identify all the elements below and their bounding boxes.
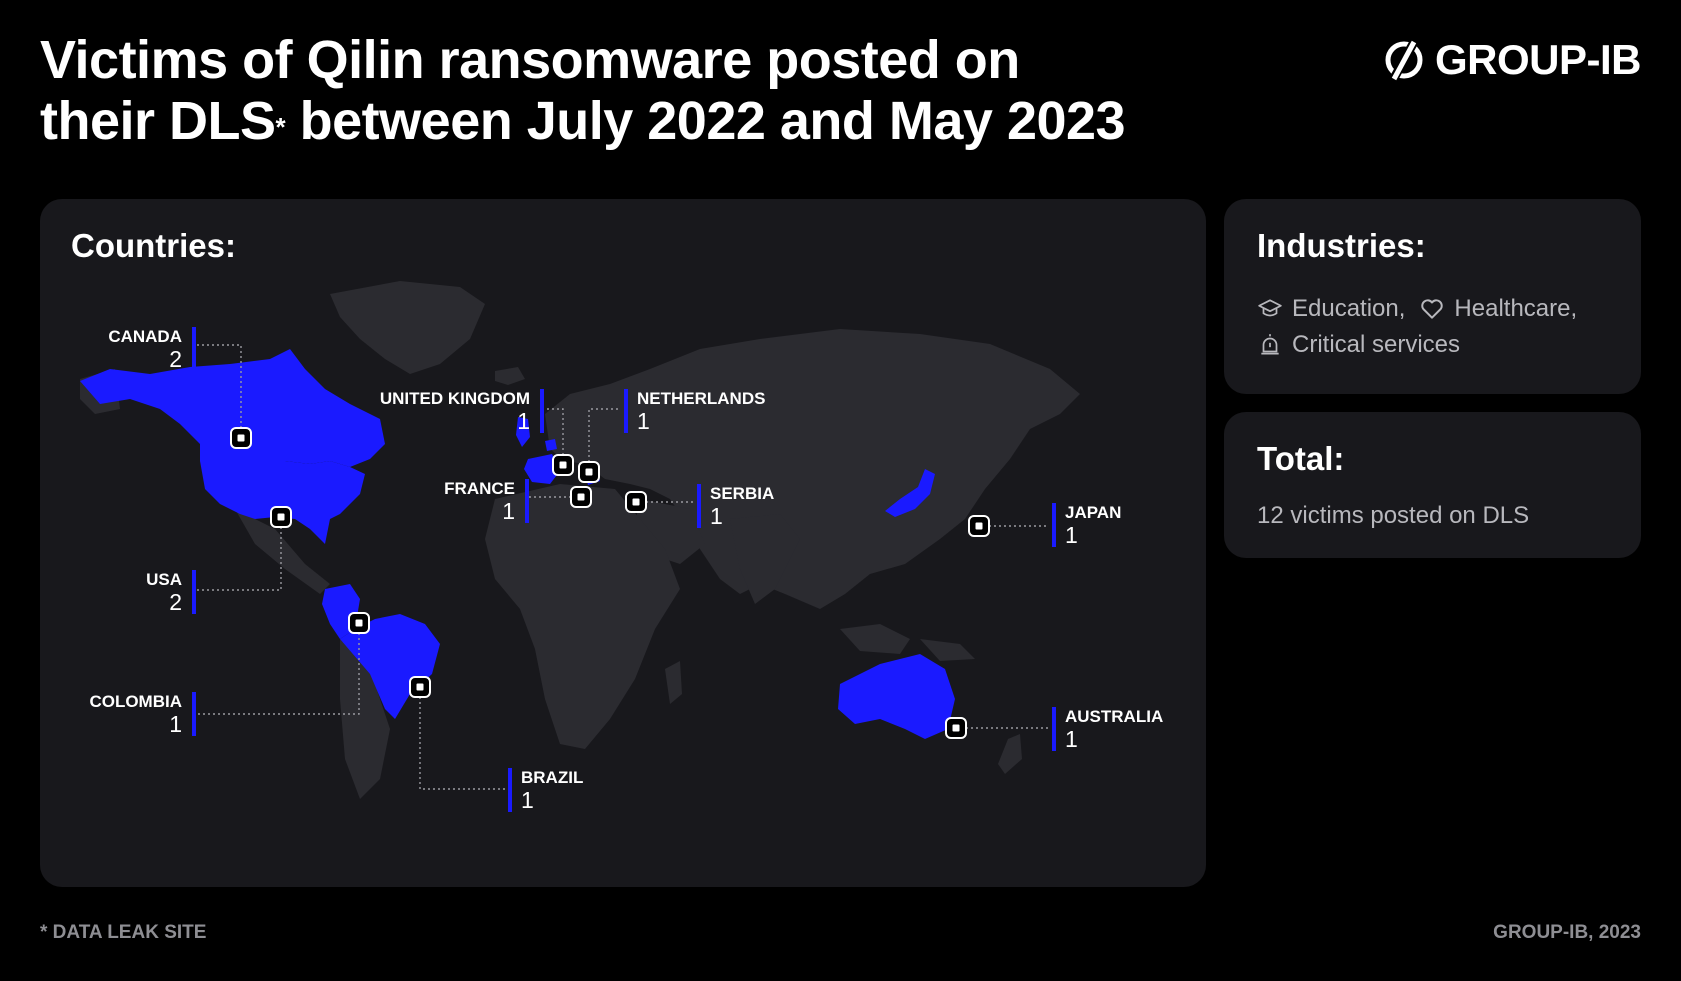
label-bar-canada: [192, 327, 196, 371]
title-line-2b: between July 2022 and May 2023: [285, 91, 1126, 151]
label-bar-australia: [1052, 707, 1056, 751]
industry-healthcare: Healthcare,: [1419, 295, 1577, 323]
canada-shape: [80, 349, 385, 467]
industry-education-label: Education,: [1292, 295, 1406, 322]
country-name-canada: CANADA: [108, 327, 182, 346]
marker-united-kingdom[interactable]: [552, 454, 574, 476]
marker-japan[interactable]: [968, 515, 990, 537]
country-count-colombia: 1: [169, 711, 182, 737]
group-ib-logo-icon: [1385, 39, 1423, 83]
marker-usa[interactable]: [270, 506, 292, 528]
industry-critical-services-label: Critical services: [1292, 331, 1461, 358]
marker-serbia[interactable]: [625, 491, 647, 513]
graduation-cap-icon: [1258, 299, 1282, 317]
country-count-united-kingdom: 1: [517, 408, 530, 434]
country-count-australia: 1: [1065, 726, 1078, 752]
page-title: Victims of Qilin ransomware posted on the…: [40, 30, 1126, 152]
country-name-france: FRANCE: [444, 479, 515, 498]
country-name-united-kingdom: UNITED KINGDOM: [380, 389, 530, 408]
world-map: CANADA2USA2COLOMBIA1BRAZIL1UNITED KINGDO…: [80, 281, 1163, 813]
industries-row-2: Critical services: [1257, 331, 1474, 359]
country-count-usa: 2: [169, 589, 182, 615]
industry-critical-services: Critical services: [1257, 331, 1460, 359]
country-count-netherlands: 1: [637, 408, 650, 434]
group-ib-logo: GROUP-IB: [1381, 36, 1642, 84]
label-bar-usa: [192, 570, 196, 614]
country-name-brazil: BRAZIL: [521, 768, 583, 787]
country-name-australia: AUSTRALIA: [1065, 707, 1163, 726]
connector-brazil: [419, 687, 505, 790]
label-bar-united-kingdom: [540, 389, 544, 433]
label-bar-france: [525, 479, 529, 523]
netherlands-shape: [545, 439, 557, 451]
country-name-usa: USA: [146, 570, 182, 589]
label-bar-serbia: [697, 484, 701, 528]
country-count-canada: 2: [169, 346, 182, 372]
label-bar-netherlands: [624, 389, 628, 433]
industries-row-1: Education, Healthcare,: [1257, 295, 1591, 323]
title-line-1: Victims of Qilin ransomware posted on: [40, 30, 1020, 90]
marker-canada[interactable]: [230, 427, 252, 449]
countries-heading: Countries:: [71, 227, 236, 264]
industries-heading: Industries:: [1257, 227, 1426, 264]
connector-colombia: [195, 623, 360, 715]
industries-card: Industries: Education, Healthcare, Criti…: [1224, 199, 1641, 394]
industry-education: Education,: [1257, 295, 1405, 323]
total-card: Total: 12 victims posted on DLS: [1224, 412, 1641, 558]
heart-icon: [1421, 299, 1444, 319]
country-count-brazil: 1: [521, 787, 534, 813]
usa-shape: [200, 461, 365, 544]
alarm-bell-icon: [1261, 334, 1279, 355]
label-bar-japan: [1052, 503, 1056, 547]
marker-colombia[interactable]: [348, 612, 370, 634]
label-bar-colombia: [192, 692, 196, 736]
country-count-serbia: 1: [710, 503, 723, 529]
country-name-japan: JAPAN: [1065, 503, 1121, 522]
marker-brazil[interactable]: [409, 676, 431, 698]
total-victims-text: 12 victims posted on DLS: [1257, 502, 1530, 529]
country-count-france: 1: [502, 498, 515, 524]
total-heading: Total:: [1257, 440, 1345, 477]
country-name-colombia: COLOMBIA: [89, 692, 182, 711]
marker-netherlands[interactable]: [578, 461, 600, 483]
label-bar-brazil: [508, 768, 512, 812]
footnote: * DATA LEAK SITE: [40, 922, 207, 943]
country-name-netherlands: NETHERLANDS: [637, 389, 765, 408]
country-count-japan: 1: [1065, 522, 1078, 548]
title-asterisk: *: [275, 112, 286, 142]
credit: GROUP-IB, 2023: [1493, 922, 1641, 943]
industry-healthcare-label: Healthcare,: [1454, 295, 1578, 322]
marker-australia[interactable]: [945, 717, 967, 739]
logo-text: GROUP-IB: [1435, 36, 1642, 83]
title-line-2a: their DLS: [40, 91, 276, 151]
marker-france[interactable]: [570, 486, 592, 508]
country-name-serbia: SERBIA: [710, 484, 774, 503]
countries-map-card: CANADA 2 USA 2 COLOMBIA 1 BRAZIL 1 UNITED KINGDO…: [40, 199, 1206, 887]
australia-shape: [838, 654, 955, 739]
